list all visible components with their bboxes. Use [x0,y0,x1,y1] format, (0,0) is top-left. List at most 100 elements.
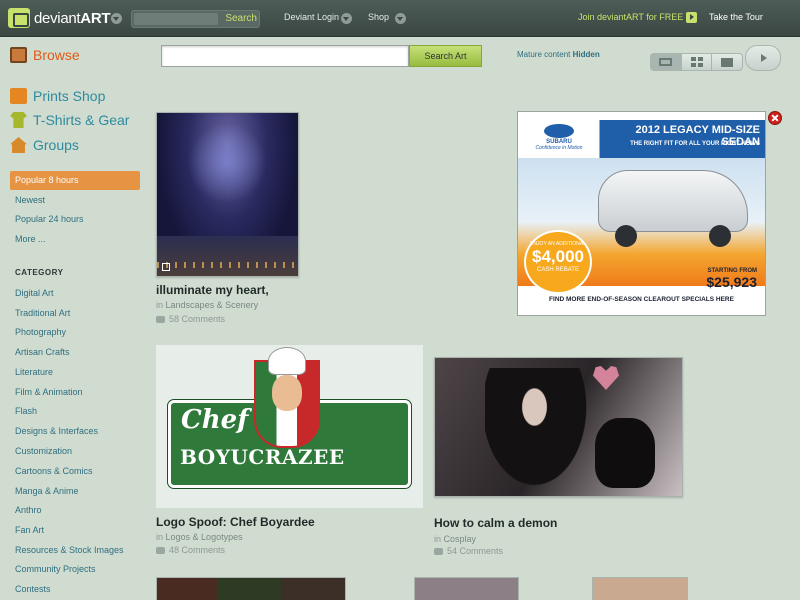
category-item[interactable]: Fan Art [15,525,44,535]
sort-popular-24-hours[interactable]: Popular 24 hours [10,210,140,229]
category-item[interactable]: Digital Art [15,288,54,298]
monitor-icon [721,57,734,67]
logo-word: BOYUCRAZEE [180,445,345,469]
category-item[interactable]: Anthro [15,505,42,515]
comments-count: 58 Comments [169,314,226,324]
category-item[interactable]: Cartoons & Comics [15,466,93,476]
category-item[interactable]: Manga & Anime [15,486,79,496]
close-icon[interactable] [768,111,782,125]
price-amount: $25,923 [706,274,757,290]
view-mode-switcher [650,53,743,71]
thumbnail-title[interactable]: illuminate my heart, [156,283,269,297]
thumbnail-image[interactable] [414,577,519,600]
next-page-button[interactable] [745,45,781,71]
city-lights [157,262,298,268]
arrow-right-icon[interactable] [686,12,697,23]
advertisement[interactable]: SUBARU Confidence in Motion 2012 LEGACY … [517,111,766,316]
join-link[interactable]: Join deviantART for FREE [578,12,683,22]
mature-label: Mature content [517,50,571,59]
chef-face [272,375,302,411]
ground [157,236,298,276]
list-view-icon [659,58,673,66]
logo-dropdown-icon[interactable] [111,13,122,24]
comment-icon [434,547,443,555]
subaru-logo: SUBARU Confidence in Motion [526,124,592,154]
in-label: in [156,300,164,310]
category-item[interactable]: Community Projects [15,564,96,574]
category-item[interactable]: Contests [15,584,51,594]
sort-more[interactable]: More ... [10,230,140,249]
thumbnail-title[interactable]: Logo Spoof: Chef Boyardee [156,515,315,529]
list-view-button[interactable] [651,54,682,70]
category-item[interactable]: Artisan Crafts [15,347,70,357]
browse-link[interactable]: Browse [10,47,80,63]
shop-link[interactable]: Shop [368,12,389,22]
category-item[interactable]: Photography [15,327,66,337]
cash-amount: $4,000 [532,247,584,266]
comment-icon [156,546,165,554]
monitor-view-button[interactable] [712,54,742,70]
logo[interactable]: deviantART [8,8,111,28]
category-item[interactable]: Customization [15,446,72,456]
thumbnail-image[interactable] [592,577,688,600]
top-search-button[interactable]: Search [225,12,257,26]
sort-popular-8-hours[interactable]: Popular 8 hours [10,171,140,190]
thumbnail-title[interactable]: How to calm a demon [434,516,557,530]
top-bar: deviantART Search Deviant Login Shop Joi… [0,0,800,37]
deviation-mark-icon [162,263,170,271]
thumbnail-image[interactable] [156,112,299,277]
sort-newest[interactable]: Newest [10,191,140,210]
category-item[interactable]: Flash [15,406,37,416]
ad-footer-link[interactable]: FIND MORE END-OF-SEASON CLEAROUT SPECIAL… [518,296,765,303]
grid-view-button[interactable] [682,54,713,70]
category-item[interactable]: Traditional Art [15,308,70,318]
mature-content-toggle[interactable]: Mature content Hidden [517,50,600,59]
logo-text: deviantART [34,9,111,27]
category-item[interactable]: Literature [15,367,53,377]
comments-link[interactable]: 48 Comments [156,545,225,555]
category-item[interactable]: Film & Animation [15,387,83,397]
shopping-bag-icon [10,88,27,104]
tshirts-link[interactable]: T-Shirts & Gear [10,112,129,128]
category-link[interactable]: Cosplay [444,534,477,544]
cat [595,418,655,488]
thumbnail-category: in Cosplay [434,534,476,544]
groups-link[interactable]: Groups [10,137,79,153]
category-item[interactable]: Resources & Stock Images [15,545,124,555]
search-art-input[interactable] [161,45,409,67]
shop-dropdown-icon[interactable] [395,13,406,24]
house-icon [10,137,27,153]
deviant-login-link[interactable]: Deviant Login [284,12,339,22]
cash-label: CASH REBATE [537,267,579,273]
aurora-glow [187,123,267,203]
category-link[interactable]: Landscapes & Scenery [166,300,259,310]
top-search-input[interactable] [134,13,218,25]
comments-count: 48 Comments [169,545,226,555]
thumbnail-image[interactable] [156,577,346,600]
deviantart-logo-icon [8,8,30,28]
mature-value: Hidden [572,50,600,59]
take-tour-link[interactable]: Take the Tour [709,12,763,22]
comments-link[interactable]: 58 Comments [156,314,225,324]
cash-rebate-badge: ENJOY AN ADDITIONAL $4,000 CASH REBATE [524,230,592,294]
comments-count: 54 Comments [447,546,504,556]
category-link[interactable]: Logos & Logotypes [166,532,243,542]
comments-link[interactable]: 54 Comments [434,546,503,556]
tshirt-icon [10,112,27,128]
thumbnail-image[interactable] [434,357,683,497]
brand-part: ART [80,9,111,27]
prints-shop-link[interactable]: Prints Shop [10,88,105,104]
stars-logo-icon [544,124,574,138]
thumbnail-image[interactable]: Chef BOYUCRAZEE [156,345,423,508]
in-label: in [156,532,164,542]
category-item[interactable]: Designs & Interfaces [15,426,98,436]
chef-hat [268,347,306,375]
search-art-button[interactable]: Search Art [409,45,482,67]
grid-view-icon [690,57,703,67]
ad-scene: ENJOY AN ADDITIONAL $4,000 CASH REBATE S… [518,158,765,294]
figure [485,368,595,496]
brand-part: deviant [34,9,81,27]
login-dropdown-icon[interactable] [341,13,352,24]
logo-word: Chef [181,405,249,435]
tshirts-label: T-Shirts & Gear [33,112,130,128]
